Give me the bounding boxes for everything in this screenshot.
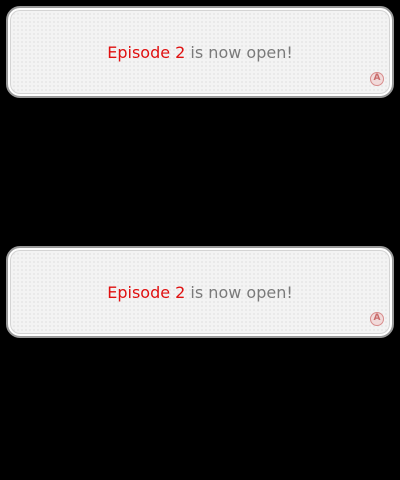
notification-dialog[interactable]: Episode 2 is now open! A [6,6,394,98]
bottom-screen: Episode 2 is now open! A [0,240,400,480]
notification-message: Episode 2 is now open! [8,283,392,303]
notification-message: Episode 2 is now open! [8,43,392,63]
top-screen: Episode 2 is now open! A [0,0,400,240]
notification-dialog[interactable]: Episode 2 is now open! A [6,246,394,338]
message-text: is now open! [185,283,293,302]
a-button-icon[interactable]: A [370,312,384,326]
a-button-icon[interactable]: A [370,72,384,86]
episode-label: Episode 2 [107,43,186,62]
message-text: is now open! [185,43,293,62]
episode-label: Episode 2 [107,283,186,302]
